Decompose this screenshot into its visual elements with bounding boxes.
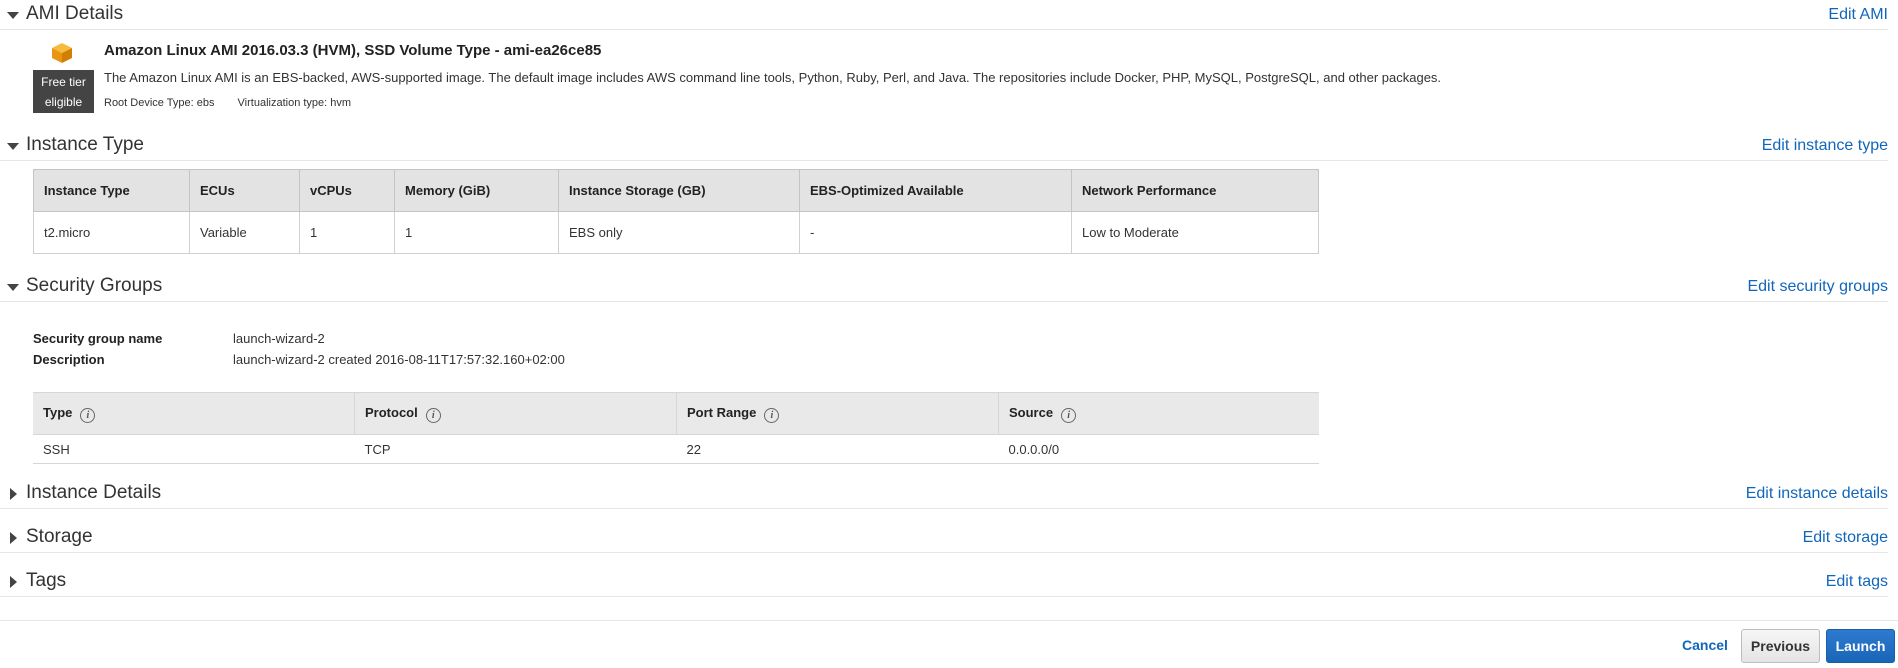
column-header-label: Type <box>43 404 73 420</box>
table-row: SSH TCP 22 0.0.0.0/0 <box>33 434 1319 464</box>
caret-down-icon[interactable] <box>7 12 19 19</box>
section-title-tags: Tags <box>26 570 67 591</box>
column-header: Instance Type <box>33 169 190 212</box>
table-header-row: Instance Type ECUs vCPUs Memory (GiB) In… <box>33 169 1319 212</box>
info-icon[interactable]: i <box>764 407 780 423</box>
section-title-instance-type: Instance Type <box>26 134 144 155</box>
column-header: Instance Storage (GB) <box>558 169 800 212</box>
cell-ebs-optimized: - <box>799 211 1072 254</box>
column-header-label: Protocol <box>365 404 418 420</box>
column-header-port-range: Port Range i <box>676 392 999 435</box>
security-group-name-label: Security group name <box>33 331 163 346</box>
section-title-security-groups: Security Groups <box>26 275 163 296</box>
edit-instance-type-link[interactable]: Edit instance type <box>1762 137 1888 155</box>
security-group-name-value: launch-wizard-2 <box>233 331 325 346</box>
edit-instance-details-link[interactable]: Edit instance details <box>1746 485 1888 503</box>
section-header-ami[interactable]: AMI Details Edit AMI <box>0 0 1888 30</box>
section-title-storage: Storage <box>26 526 93 547</box>
free-tier-line2: eligible <box>44 95 83 109</box>
previous-button[interactable]: Previous <box>1741 629 1820 663</box>
ami-description: The Amazon Linux AMI is an EBS-backed, A… <box>104 70 1442 85</box>
root-device-type: Root Device Type: ebs <box>104 97 215 109</box>
column-header: ECUs <box>189 169 300 212</box>
cell-protocol: TCP <box>354 434 677 464</box>
security-group-rules-table: Type i Protocol i Port Range i Source i SSH … <box>33 392 1319 464</box>
caret-right-icon[interactable] <box>10 488 17 500</box>
edit-tags-link[interactable]: Edit tags <box>1826 573 1888 591</box>
launch-button[interactable]: Launch <box>1826 629 1895 663</box>
table-row: t2.micro Variable 1 1 EBS only - Low to … <box>33 211 1319 254</box>
column-header-protocol: Protocol i <box>354 392 677 435</box>
column-header: Memory (GiB) <box>394 169 559 212</box>
info-icon[interactable]: i <box>80 407 96 423</box>
cell-instance-storage: EBS only <box>558 211 800 254</box>
amazon-box-icon <box>52 43 72 63</box>
cell-vcpus: 1 <box>299 211 395 254</box>
section-header-tags[interactable]: Tags Edit tags <box>0 567 1888 597</box>
ami-name: Amazon Linux AMI 2016.03.3 (HVM), SSD Vo… <box>104 42 602 59</box>
info-icon[interactable]: i <box>425 407 441 423</box>
column-header-label: Source <box>1009 404 1054 420</box>
footer-divider <box>0 620 1898 621</box>
caret-down-icon[interactable] <box>7 284 19 291</box>
edit-storage-link[interactable]: Edit storage <box>1803 529 1888 547</box>
cell-network-performance: Low to Moderate <box>1071 211 1319 254</box>
edit-security-groups-link[interactable]: Edit security groups <box>1747 278 1888 296</box>
column-header: EBS-Optimized Available <box>799 169 1072 212</box>
caret-down-icon[interactable] <box>7 143 19 150</box>
virtualization-type: Virtualization type: hvm <box>237 97 352 109</box>
instance-type-table: Instance Type ECUs vCPUs Memory (GiB) In… <box>33 169 1319 254</box>
section-header-storage[interactable]: Storage Edit storage <box>0 523 1888 553</box>
column-header-source: Source i <box>998 392 1319 435</box>
cell-type: SSH <box>33 434 355 464</box>
cell-instance-type: t2.micro <box>33 211 190 254</box>
section-title-ami: AMI Details <box>26 3 124 24</box>
column-header-label: Port Range <box>687 404 757 420</box>
cell-port-range: 22 <box>676 434 999 464</box>
ami-meta: Root Device Type: ebs Virtualization typ… <box>104 97 371 109</box>
section-header-security-groups[interactable]: Security Groups Edit security groups <box>0 272 1888 302</box>
column-header: vCPUs <box>299 169 395 212</box>
cell-source: 0.0.0.0/0 <box>998 434 1319 464</box>
section-title-instance-details: Instance Details <box>26 482 162 503</box>
security-group-description-value: launch-wizard-2 created 2016-08-11T17:57… <box>233 352 565 367</box>
cancel-button[interactable]: Cancel <box>1682 637 1728 653</box>
free-tier-line1: Free tier <box>41 75 86 89</box>
caret-right-icon[interactable] <box>10 532 17 544</box>
section-header-instance-details[interactable]: Instance Details Edit instance details <box>0 479 1888 509</box>
info-icon[interactable]: i <box>1061 407 1077 423</box>
free-tier-badge: Free tier eligible <box>33 70 94 113</box>
edit-ami-link[interactable]: Edit AMI <box>1828 6 1888 24</box>
column-header-type: Type i <box>33 392 355 435</box>
security-group-description-label: Description <box>33 352 105 367</box>
cell-memory: 1 <box>394 211 559 254</box>
column-header: Network Performance <box>1071 169 1319 212</box>
cell-ecus: Variable <box>189 211 300 254</box>
caret-right-icon[interactable] <box>10 576 17 588</box>
section-header-instance-type[interactable]: Instance Type Edit instance type <box>0 131 1888 161</box>
table-header-row: Type i Protocol i Port Range i Source i <box>33 392 1319 435</box>
